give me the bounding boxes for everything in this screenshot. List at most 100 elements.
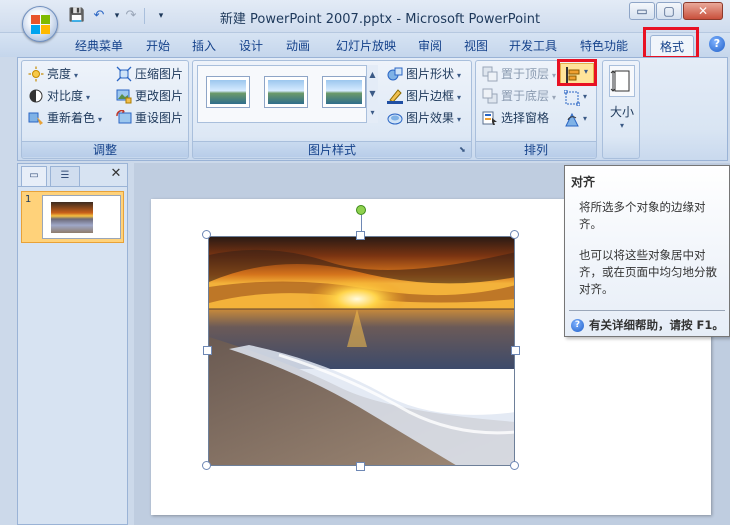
group-label: 排列: [476, 141, 596, 157]
title-bar: 💾 ↶ ▾ ↷ ▾ 新建 PowerPoint 2007.pptx - Micr…: [0, 0, 730, 33]
change-picture-icon: [116, 88, 132, 104]
tab-developer[interactable]: 开发工具: [501, 35, 565, 57]
dropdown-caret-icon: ▾: [583, 92, 588, 101]
dropdown-caret-icon: ▾: [619, 121, 624, 130]
slides-tab[interactable]: ▭: [21, 166, 47, 186]
compress-pictures-button[interactable]: 压缩图片: [116, 64, 183, 84]
dropdown-caret-icon: ▾: [552, 71, 557, 80]
bring-to-front-button[interactable]: 置于顶层 ▾: [482, 64, 556, 84]
tooltip-title: 对齐: [571, 175, 596, 189]
resize-handle-bottom-right[interactable]: [510, 461, 519, 470]
size-icon: [609, 65, 635, 97]
ribbon-tab-bar: 经典菜单 开始 插入 设计 动画 幻灯片放映 审阅 视图 开发工具 特色功能 格…: [0, 33, 730, 57]
brightness-button[interactable]: 亮度 ▾: [28, 64, 78, 84]
group-label: 图片样式: [193, 141, 471, 157]
tab-slide-show[interactable]: 幻灯片放映: [326, 35, 406, 57]
dropdown-caret-icon: ▾: [457, 115, 462, 124]
dropdown-caret-icon: ▾: [457, 93, 462, 102]
minimize-button[interactable]: ▭: [629, 2, 655, 20]
redo-icon[interactable]: ↷: [122, 7, 140, 25]
maximize-button[interactable]: ▢: [656, 2, 682, 20]
send-to-back-button[interactable]: 置于底层 ▾: [482, 86, 556, 106]
maximize-icon: ▢: [663, 4, 675, 18]
tab-review[interactable]: 审阅: [410, 35, 450, 57]
undo-icon[interactable]: ↶: [90, 7, 108, 25]
outline-tab-icon: ☰: [60, 170, 70, 181]
reset-picture-button[interactable]: 重设图片: [116, 108, 183, 128]
tooltip-help-line: ? 有关详细帮助，请按 F1。: [571, 317, 724, 333]
dropdown-caret-icon: ▾: [583, 114, 588, 123]
slide-thumbnail-picture: [51, 202, 93, 233]
rotate-icon: [564, 112, 580, 131]
reset-picture-label: 重设图片: [135, 111, 184, 125]
sunset-beach-picture[interactable]: [208, 236, 515, 466]
slides-pane: ▭ ☰ ✕ 1: [17, 163, 128, 525]
tooltip-description: 将所选多个对象的边缘对齐。 也可以将这些对象居中对齐，或在页面中均匀地分散对齐。: [579, 199, 727, 298]
change-picture-label: 更改图片: [135, 89, 184, 103]
dropdown-caret-icon: ▾: [74, 71, 79, 80]
brightness-label: 亮度: [47, 67, 72, 81]
resize-handle-bottom[interactable]: [356, 462, 365, 471]
picture-style-thumbnail[interactable]: [206, 76, 250, 108]
tab-home[interactable]: 开始: [138, 35, 178, 57]
tab-design[interactable]: 设计: [231, 35, 271, 57]
send-to-back-icon: [482, 88, 498, 104]
brightness-icon: [28, 66, 44, 82]
align-tooltip: 对齐 将所选多个对象的边缘对齐。 也可以将这些对象居中对齐，或在页面中均匀地分散…: [564, 165, 730, 337]
resize-handle-left[interactable]: [203, 346, 212, 355]
tab-insert[interactable]: 插入: [184, 35, 224, 57]
picture-effects-button[interactable]: 图片效果 ▾: [387, 108, 461, 128]
dropdown-caret-icon: ▾: [98, 115, 103, 124]
resize-handle-bottom-left[interactable]: [202, 461, 211, 470]
outline-tab[interactable]: ☰: [50, 166, 80, 186]
picture-border-label: 图片边框: [406, 89, 455, 103]
contrast-button[interactable]: 对比度 ▾: [28, 86, 90, 106]
office-button[interactable]: [22, 6, 58, 42]
group-label: 调整: [22, 141, 188, 157]
help-icon[interactable]: ?: [709, 36, 725, 52]
tooltip-paragraph-1: 将所选多个对象的边缘对齐。: [579, 200, 706, 231]
group-adjust: 亮度 ▾ 对比度 ▾ 重新着色 ▾ 压缩图片 更改图片 重设图片 调整: [21, 60, 189, 159]
picture-border-button[interactable]: 图片边框 ▾: [387, 86, 461, 106]
resize-handle-right[interactable]: [511, 346, 520, 355]
dropdown-caret-icon: ▾: [457, 71, 462, 80]
slide-thumbnail-item[interactable]: 1: [21, 191, 124, 243]
tab-view[interactable]: 视图: [456, 35, 496, 57]
help-icon: ?: [571, 319, 584, 332]
tab-animations[interactable]: 动画: [278, 35, 318, 57]
picture-style-thumbnail[interactable]: [264, 76, 308, 108]
bring-to-front-label: 置于顶层: [501, 67, 550, 81]
picture-style-thumbnail[interactable]: [322, 76, 366, 108]
picture-shape-label: 图片形状: [406, 67, 455, 81]
office-logo-icon: [31, 15, 51, 35]
selection-pane-button[interactable]: 选择窗格: [482, 108, 549, 128]
resize-handle-top-left[interactable]: [202, 230, 211, 239]
group-button[interactable]: ▾: [563, 89, 592, 109]
resize-handle-top-right[interactable]: [510, 230, 519, 239]
dropdown-caret-icon: ▾: [86, 93, 91, 102]
picture-shape-button[interactable]: 图片形状 ▾: [387, 64, 461, 84]
bring-to-front-icon: [482, 66, 498, 82]
dialog-launcher-icon[interactable]: ⬊: [459, 145, 469, 155]
send-to-back-label: 置于底层: [501, 89, 550, 103]
close-button[interactable]: ✕: [683, 2, 723, 20]
gallery-scroll[interactable]: ▲ ▼ ▾: [366, 65, 378, 123]
tooltip-paragraph-2: 也可以将这些对象居中对齐，或在页面中均匀地分散对齐。: [579, 248, 717, 296]
rotation-handle[interactable]: [356, 205, 366, 215]
close-pane-button[interactable]: ✕: [108, 166, 124, 184]
group-size[interactable]: 大小 ▾: [602, 60, 640, 159]
compress-label: 压缩图片: [135, 67, 184, 81]
tab-classic-menu[interactable]: 经典菜单: [66, 35, 132, 57]
save-icon[interactable]: 💾: [68, 7, 86, 25]
selection-pane-label: 选择窗格: [501, 111, 550, 125]
recolor-button[interactable]: 重新着色 ▾: [28, 108, 102, 128]
slide-number: 1: [25, 194, 32, 205]
customize-qat-icon[interactable]: ▾: [152, 7, 170, 25]
selection-pane-icon: [482, 110, 498, 126]
rotate-button[interactable]: ▾: [564, 111, 592, 131]
tab-special-features[interactable]: 特色功能: [570, 35, 638, 57]
resize-handle-top[interactable]: [356, 231, 365, 240]
ribbon: 亮度 ▾ 对比度 ▾ 重新着色 ▾ 压缩图片 更改图片 重设图片 调整 ▲ ▼ …: [17, 57, 728, 161]
size-label: 大小: [609, 105, 634, 119]
change-picture-button[interactable]: 更改图片: [116, 86, 183, 106]
